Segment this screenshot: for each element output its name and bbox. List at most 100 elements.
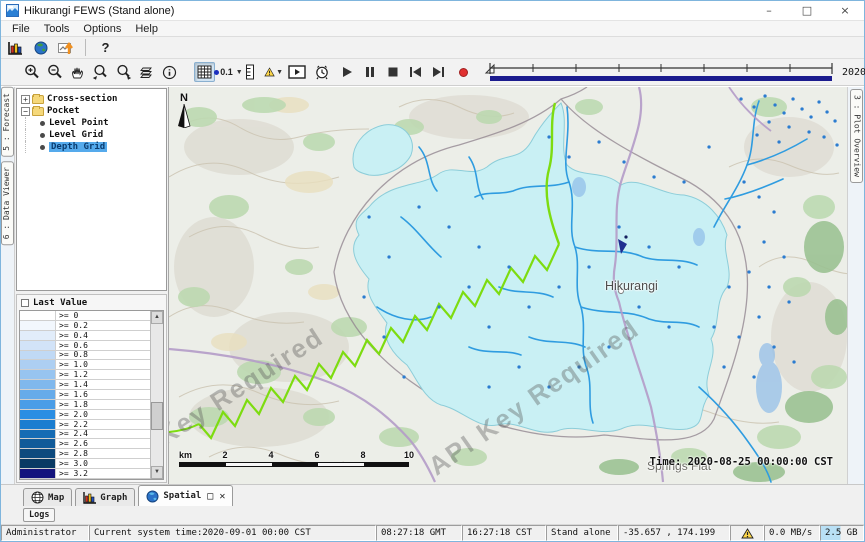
legend-title: Last Value <box>33 298 87 308</box>
map-display-button[interactable] <box>30 38 51 58</box>
legend-row[interactable]: >= 3.2 <box>20 469 150 479</box>
pause-icon <box>365 66 375 78</box>
pause-button[interactable] <box>359 62 380 82</box>
timeseries-dialog-button[interactable] <box>55 38 76 58</box>
legend-color-swatch <box>20 400 56 409</box>
tree-item-pocket[interactable]: − Pocket <box>19 105 164 117</box>
app-window: Hikurangi FEWS (Stand alone) – □ × FileT… <box>0 0 865 542</box>
menu-item[interactable]: Tools <box>37 23 77 35</box>
menu-item[interactable]: File <box>5 23 37 35</box>
legend-row[interactable]: >= 1.4 <box>20 380 150 390</box>
tab-map[interactable]: Map <box>23 488 72 506</box>
status-warning-cell[interactable] <box>730 525 764 541</box>
legend-row-label: >= 2.0 <box>56 410 150 419</box>
pan-button[interactable] <box>67 62 88 82</box>
maximize-button[interactable]: □ <box>788 1 826 20</box>
last-value-checkbox[interactable] <box>21 299 29 307</box>
legend-row[interactable]: >= 0.6 <box>20 341 150 351</box>
tree-item-label-selected: Depth Grid <box>49 142 107 152</box>
time-slider[interactable] <box>484 61 836 83</box>
legend-row[interactable]: >= 2.6 <box>20 439 150 449</box>
legend-color-swatch <box>20 459 56 468</box>
zoom-next-button[interactable] <box>113 62 134 82</box>
scale-tick: 2 <box>222 450 227 460</box>
tree-indent-guide <box>25 117 38 129</box>
stop-button[interactable] <box>382 62 403 82</box>
collapse-icon[interactable]: − <box>21 107 30 116</box>
layers-button[interactable] <box>136 62 157 82</box>
legend-row-label: >= 0.6 <box>56 341 150 350</box>
grid-value-dropdown[interactable]: 0.1▼ <box>217 62 238 82</box>
status-local-time: 16:27:18 CST <box>462 525 546 541</box>
close-button[interactable]: × <box>826 1 864 20</box>
tab-close-icon[interactable]: ✕ <box>219 491 225 502</box>
legend-row-label: >= 2.4 <box>56 430 150 439</box>
skip-to-start-button[interactable] <box>405 62 426 82</box>
legend-panel: Last Value >= 0 >= 0.2 >= 0.4 <box>16 294 167 483</box>
info-button[interactable] <box>159 62 180 82</box>
scroll-down-icon[interactable]: ▼ <box>151 466 163 479</box>
time-settings-button[interactable] <box>311 62 332 82</box>
warnings-dropdown[interactable]: ▼ <box>263 62 284 82</box>
tree-item-level-point[interactable]: Level Point <box>19 117 164 129</box>
animation-dialog-button[interactable] <box>286 62 307 82</box>
tab-data-viewer[interactable]: 6 : Data Viewer <box>1 161 14 245</box>
basemap-layers <box>169 87 847 484</box>
layer-bullet-icon <box>40 121 45 126</box>
legend-row[interactable]: >= 3.0 <box>20 459 150 469</box>
database-display-button[interactable] <box>5 38 26 58</box>
tab-forecast[interactable]: 5 : Forecast <box>1 87 14 157</box>
skip-to-end-button[interactable] <box>428 62 449 82</box>
legend-row[interactable]: >= 2.8 <box>20 449 150 459</box>
scroll-thumb[interactable] <box>151 402 163 430</box>
tree-item-level-grid[interactable]: Level Grid <box>19 129 164 141</box>
tab-graph[interactable]: Graph <box>75 488 135 506</box>
legend-row-label: >= 2.2 <box>56 420 150 429</box>
legend-row[interactable]: >= 2.4 <box>20 430 150 440</box>
expand-icon[interactable]: + <box>21 95 30 104</box>
legend-scrollbar[interactable]: ▲ ▼ <box>150 311 163 479</box>
legend-row[interactable]: >= 1.8 <box>20 400 150 410</box>
legend-row[interactable]: >= 0.8 <box>20 351 150 361</box>
play-button[interactable] <box>336 62 357 82</box>
tree-item-cross-section[interactable]: + Cross-section <box>19 93 164 105</box>
status-gmt-time: 08:27:18 GMT <box>376 525 462 541</box>
zoom-in-button[interactable] <box>21 62 42 82</box>
tab-label: Spatial <box>163 491 201 501</box>
tree-indent-guide <box>25 141 38 153</box>
alarm-clock-icon <box>314 64 330 80</box>
globe-wireframe-icon <box>31 491 44 504</box>
scroll-up-icon[interactable]: ▲ <box>151 311 163 324</box>
minimize-button[interactable]: – <box>750 1 788 20</box>
record-button[interactable] <box>453 62 474 82</box>
tree-indent-guide <box>25 129 38 141</box>
tab-maximize-icon[interactable]: □ <box>207 491 213 502</box>
menu-item[interactable]: Options <box>76 23 128 35</box>
menu-item[interactable]: Help <box>128 23 165 35</box>
layer-tree: + Cross-section − Pocket Level Point <box>16 88 167 291</box>
legend-color-swatch <box>20 410 56 419</box>
map-viewport[interactable]: N API Key Required API Key Required Hiku… <box>169 87 847 484</box>
tab-spatial[interactable]: Spatial □ ✕ <box>138 485 233 506</box>
tree-item-depth-grid[interactable]: Depth Grid <box>19 141 164 153</box>
legend-color-swatch <box>20 331 56 340</box>
legend-row[interactable]: >= 0.2 <box>20 321 150 331</box>
zoom-previous-button[interactable] <box>90 62 111 82</box>
logs-button[interactable]: Logs <box>23 508 55 522</box>
scroll-track[interactable] <box>151 324 163 466</box>
zoom-out-button[interactable] <box>44 62 65 82</box>
toolbar-separator <box>85 39 86 56</box>
legend-row-label: >= 3.0 <box>56 459 150 468</box>
scale-bar-button[interactable] <box>240 62 261 82</box>
legend-row[interactable]: >= 0 <box>20 311 150 321</box>
legend-row[interactable]: >= 2.0 <box>20 410 150 420</box>
legend-row[interactable]: >= 1.2 <box>20 370 150 380</box>
legend-row[interactable]: >= 1.6 <box>20 390 150 400</box>
legend-row[interactable]: >= 1.0 <box>20 360 150 370</box>
info-icon <box>162 65 177 80</box>
legend-row[interactable]: >= 0.4 <box>20 331 150 341</box>
legend-color-swatch <box>20 311 56 320</box>
tab-plot-overview[interactable]: 3 : Plot Overview <box>850 89 863 183</box>
help-button[interactable]: ? <box>95 38 116 58</box>
legend-row[interactable]: >= 2.2 <box>20 420 150 430</box>
